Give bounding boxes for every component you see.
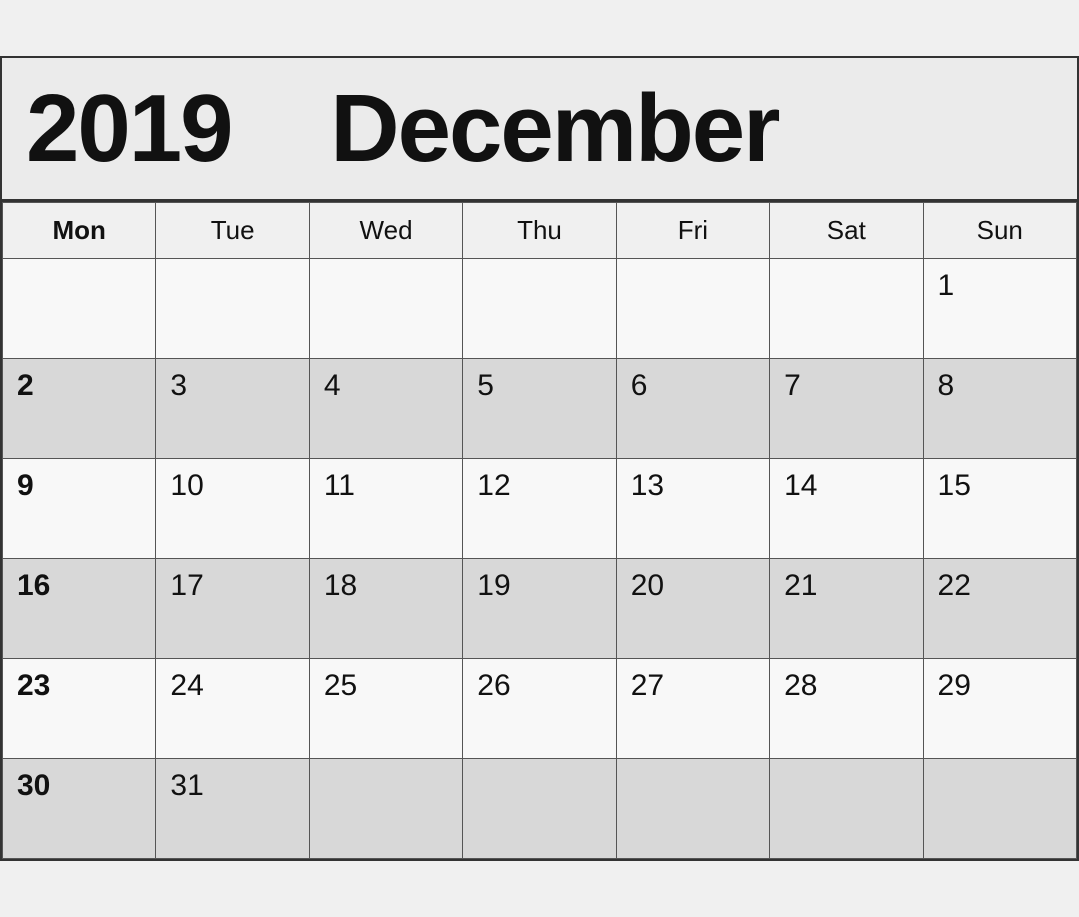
day-number: 26 [477,669,510,702]
weekday-header-fri: Fri [616,203,769,259]
weekday-header-mon: Mon [3,203,156,259]
day-number: 27 [631,669,664,702]
day-number: 28 [784,669,817,702]
calendar-header: 2019 December [2,58,1077,203]
calendar-day-cell[interactable]: 14 [770,459,923,559]
day-number: 8 [938,369,955,402]
calendar-day-cell[interactable] [616,759,769,859]
weekday-header-wed: Wed [309,203,462,259]
day-number: 5 [477,369,494,402]
calendar-day-cell[interactable] [616,259,769,359]
calendar-day-cell[interactable]: 11 [309,459,462,559]
calendar-day-cell[interactable]: 31 [156,759,309,859]
calendar-day-cell[interactable]: 25 [309,659,462,759]
calendar-day-cell[interactable]: 20 [616,559,769,659]
calendar-week-row: 9 10 11 12 13 14 15 [3,459,1077,559]
day-number: 7 [784,369,801,402]
calendar-week-row: 23 24 25 26 27 28 29 [3,659,1077,759]
calendar-day-cell[interactable]: 16 [3,559,156,659]
day-number: 20 [631,569,664,602]
weekday-header-tue: Tue [156,203,309,259]
day-number: 29 [938,669,971,702]
calendar-day-cell[interactable] [309,759,462,859]
calendar-day-cell[interactable]: 15 [923,459,1076,559]
calendar-day-cell[interactable] [923,759,1076,859]
calendar-day-cell[interactable]: 7 [770,359,923,459]
calendar-day-cell[interactable]: 28 [770,659,923,759]
calendar-day-cell[interactable] [309,259,462,359]
day-number: 3 [170,369,187,402]
day-number: 15 [938,469,971,502]
calendar-day-cell[interactable]: 29 [923,659,1076,759]
calendar-day-cell[interactable]: 17 [156,559,309,659]
day-number: 31 [170,769,203,802]
weekday-header-thu: Thu [463,203,616,259]
day-number: 24 [170,669,203,702]
weekday-header-sun: Sun [923,203,1076,259]
calendar-day-cell[interactable] [770,759,923,859]
calendar-month: December [330,75,778,182]
calendar-week-row: 30 31 [3,759,1077,859]
weekday-header-sat: Sat [770,203,923,259]
calendar-day-cell[interactable]: 13 [616,459,769,559]
calendar-day-cell[interactable]: 3 [156,359,309,459]
calendar-day-cell[interactable]: 2 [3,359,156,459]
calendar-day-cell[interactable]: 12 [463,459,616,559]
day-number: 10 [170,469,203,502]
day-number: 25 [324,669,357,702]
calendar-day-cell[interactable]: 1 [923,259,1076,359]
calendar-day-cell[interactable] [3,259,156,359]
calendar-container: 2019 December MonTueWedThuFriSatSun 1234… [0,56,1079,862]
calendar-day-cell[interactable] [463,759,616,859]
calendar-day-cell[interactable]: 24 [156,659,309,759]
calendar-day-cell[interactable]: 26 [463,659,616,759]
calendar-grid: MonTueWedThuFriSatSun 123456789101112131… [2,202,1077,859]
day-number: 4 [324,369,341,402]
day-number: 30 [17,769,50,802]
calendar-week-row: 1 [3,259,1077,359]
calendar-day-cell[interactable]: 5 [463,359,616,459]
day-number: 9 [17,469,34,502]
calendar-day-cell[interactable]: 30 [3,759,156,859]
calendar-day-cell[interactable]: 18 [309,559,462,659]
calendar-day-cell[interactable]: 10 [156,459,309,559]
day-number: 16 [17,569,50,602]
day-number: 22 [938,569,971,602]
day-number: 11 [324,469,355,502]
day-number: 17 [170,569,203,602]
calendar-title: 2019 December [26,75,779,182]
day-number: 12 [477,469,510,502]
calendar-day-cell[interactable] [770,259,923,359]
calendar-day-cell[interactable]: 6 [616,359,769,459]
calendar-day-cell[interactable]: 19 [463,559,616,659]
calendar-day-cell[interactable] [156,259,309,359]
calendar-day-cell[interactable]: 27 [616,659,769,759]
day-number: 19 [477,569,510,602]
calendar-day-cell[interactable]: 4 [309,359,462,459]
day-number: 2 [17,369,34,402]
day-number: 23 [17,669,50,702]
calendar-day-cell[interactable]: 21 [770,559,923,659]
day-number: 14 [784,469,817,502]
day-number: 1 [938,269,955,302]
day-number: 18 [324,569,357,602]
calendar-day-cell[interactable]: 23 [3,659,156,759]
calendar-day-cell[interactable] [463,259,616,359]
day-number: 21 [784,569,817,602]
calendar-week-row: 2 3 4 5 6 7 8 [3,359,1077,459]
day-number: 13 [631,469,664,502]
calendar-day-cell[interactable]: 8 [923,359,1076,459]
calendar-week-row: 16 17 18 19 20 21 22 [3,559,1077,659]
weekday-header-row: MonTueWedThuFriSatSun [3,203,1077,259]
calendar-year: 2019 [26,75,232,182]
calendar-day-cell[interactable]: 22 [923,559,1076,659]
calendar-day-cell[interactable]: 9 [3,459,156,559]
day-number: 6 [631,369,648,402]
